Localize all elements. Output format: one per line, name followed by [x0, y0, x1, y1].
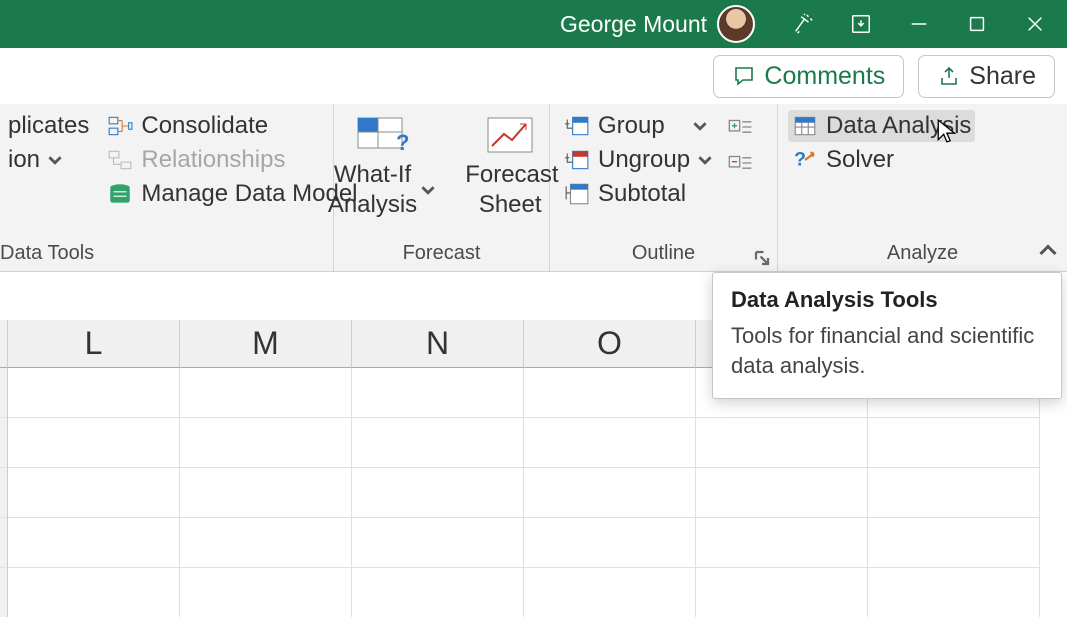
chevron-down-icon: [421, 175, 435, 205]
what-if-label: What-If Analysis: [328, 160, 417, 220]
relationships-label: Relationships: [141, 146, 285, 174]
group-label-outline: Outline: [550, 240, 777, 271]
share-icon: [937, 64, 961, 88]
dialog-launcher-icon[interactable]: [753, 249, 771, 267]
ungroup-label: Ungroup: [598, 146, 690, 174]
what-if-icon: ?: [354, 114, 410, 156]
svg-text:?: ?: [794, 148, 806, 170]
show-detail-button[interactable]: [726, 114, 756, 140]
avatar[interactable]: [717, 5, 755, 43]
remove-duplicates-button[interactable]: plicates: [4, 110, 93, 142]
data-analysis-label: Data Analysis: [826, 112, 971, 140]
comments-label: Comments: [764, 62, 885, 91]
user-name: George Mount: [560, 11, 707, 38]
group-label-analyze: Analyze: [778, 240, 1067, 271]
column-header[interactable]: N: [352, 320, 524, 368]
comments-button[interactable]: Comments: [713, 55, 904, 98]
group-label: Group: [598, 112, 665, 140]
chevron-down-icon: [693, 112, 707, 140]
chevron-down-icon: [698, 146, 712, 174]
column-header[interactable]: M: [180, 320, 352, 368]
forecast-sheet-label: Forecast Sheet: [465, 160, 555, 220]
forecast-sheet-icon: [482, 114, 538, 156]
solver-label: Solver: [826, 146, 894, 174]
group-label-data-tools: Data Tools: [0, 240, 333, 271]
forecast-sheet-button[interactable]: Forecast Sheet: [455, 110, 565, 224]
comment-icon: [732, 64, 756, 88]
data-validation-button[interactable]: ion: [4, 144, 93, 176]
data-model-icon: [107, 181, 133, 207]
tooltip: Data Analysis Tools Tools for financial …: [712, 272, 1062, 399]
title-bar: George Mount: [0, 0, 1067, 48]
consolidate-label: Consolidate: [141, 112, 268, 140]
subtotal-label: Subtotal: [598, 180, 686, 208]
solver-icon: ?: [792, 147, 818, 173]
what-if-analysis-button[interactable]: ? What-If Analysis: [318, 110, 445, 224]
tooltip-body: Tools for financial and scientific data …: [731, 321, 1043, 380]
group-forecast: ? What-If Analysis Forecast Sheet Foreca…: [334, 104, 550, 271]
collapse-ribbon-button[interactable]: [1039, 242, 1057, 265]
maximize-button[interactable]: [953, 0, 1001, 48]
coming-soon-button[interactable]: [779, 0, 827, 48]
ungroup-icon: [564, 147, 590, 173]
group-data-tools: plicates ion Consolidate Relationships: [0, 104, 334, 271]
relationships-icon: [107, 147, 133, 173]
tooltip-title: Data Analysis Tools: [731, 287, 1043, 313]
show-detail-icon: [728, 114, 754, 140]
solver-button[interactable]: ? Solver: [788, 144, 975, 176]
data-validation-label: ion: [8, 146, 40, 174]
minimize-button[interactable]: [895, 0, 943, 48]
remove-duplicates-label: plicates: [8, 112, 89, 140]
ribbon-display-button[interactable]: [837, 0, 885, 48]
data-analysis-icon: [792, 113, 818, 139]
share-button[interactable]: Share: [918, 55, 1055, 98]
data-analysis-button[interactable]: Data Analysis: [788, 110, 975, 142]
consolidate-icon: [107, 113, 133, 139]
group-label-forecast: Forecast: [334, 240, 549, 271]
close-button[interactable]: [1011, 0, 1059, 48]
grid-rows[interactable]: [0, 368, 1067, 617]
hide-detail-button[interactable]: [726, 150, 756, 176]
share-label: Share: [969, 62, 1036, 91]
group-label-outline-text: Outline: [632, 242, 695, 264]
column-header[interactable]: O: [524, 320, 696, 368]
subtotal-button[interactable]: Subtotal: [560, 178, 716, 210]
ribbon: plicates ion Consolidate Relationships: [0, 104, 1067, 272]
actions-row: Comments Share: [0, 48, 1067, 104]
group-analyze: Data Analysis ? Solver Analyze: [778, 104, 1067, 271]
subtotal-icon: [564, 181, 590, 207]
user-account[interactable]: George Mount: [560, 5, 755, 43]
ungroup-button[interactable]: Ungroup: [560, 144, 716, 176]
group-outline: Group Ungroup Subtotal: [550, 104, 778, 271]
group-icon: [564, 113, 590, 139]
hide-detail-icon: [728, 150, 754, 176]
chevron-down-icon: [48, 146, 62, 174]
group-button[interactable]: Group: [560, 110, 716, 142]
svg-text:?: ?: [396, 130, 409, 155]
column-header[interactable]: L: [8, 320, 180, 368]
